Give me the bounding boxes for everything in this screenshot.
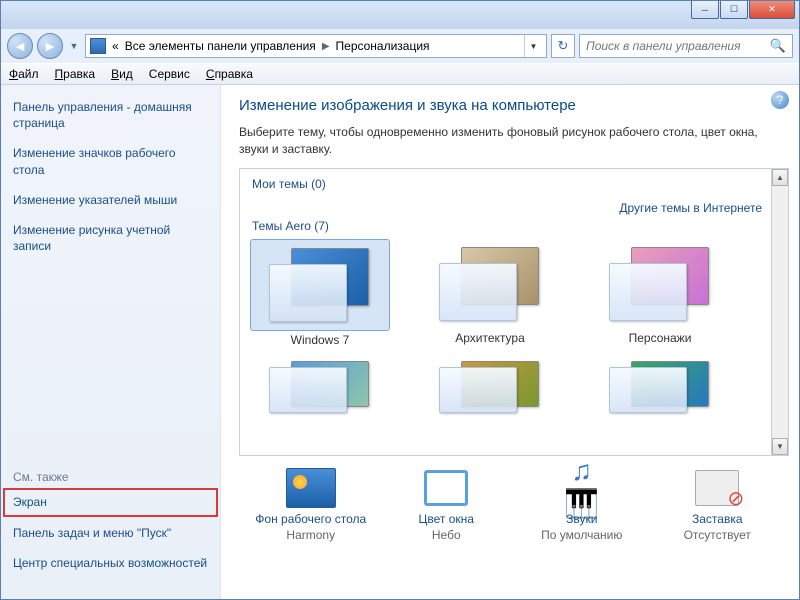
sidebar-home-link[interactable]: Панель управления - домашняя страница	[13, 99, 208, 131]
theme-characters[interactable]: Персонажи	[590, 239, 730, 347]
internet-themes-link[interactable]: Другие темы в Интернете	[619, 201, 762, 215]
footer-desktop-background[interactable]: Фон рабочего стола Harmony	[246, 468, 376, 542]
footer-sounds[interactable]: ♫🎹 Звуки По умолчанию	[517, 468, 647, 542]
my-themes-label: Мои темы (0)	[252, 177, 766, 191]
control-panel-icon	[90, 38, 106, 54]
breadcrumb-level2[interactable]: Персонализация	[336, 39, 430, 53]
menu-tools[interactable]: Сервис	[149, 67, 190, 81]
sidebar-link-icons[interactable]: Изменение значков рабочего стола	[13, 145, 208, 177]
desktop-background-icon	[286, 468, 336, 508]
window-color-icon	[424, 470, 468, 506]
page-subtitle: Выберите тему, чтобы одновременно измени…	[239, 124, 789, 158]
sidebar: Панель управления - домашняя страница Из…	[1, 85, 221, 599]
theme-item[interactable]	[590, 353, 730, 421]
menubar: Файл Правка Вид Сервис Справка	[1, 63, 799, 85]
menu-file-label: айл	[18, 67, 38, 81]
help-icon[interactable]: ?	[771, 91, 789, 109]
menu-edit[interactable]: Правка	[55, 67, 96, 81]
back-button[interactable]: ◄	[7, 33, 33, 59]
footer-label: Цвет окна	[381, 512, 511, 526]
menu-tools-label: Сервис	[149, 67, 190, 81]
theme-name: Windows 7	[250, 333, 390, 347]
titlebar: ─ ☐ ✕	[1, 1, 799, 29]
footer-label: Заставка	[652, 512, 782, 526]
theme-item[interactable]	[420, 353, 560, 421]
menu-help[interactable]: Справка	[206, 67, 253, 81]
footer-panel: Фон рабочего стола Harmony Цвет окна Неб…	[239, 456, 789, 546]
navbar: ◄ ► ▼ « Все элементы панели управления ▶…	[1, 29, 799, 63]
footer-label: Фон рабочего стола	[246, 512, 376, 526]
highlighted-box: Экран	[3, 488, 218, 516]
refresh-button[interactable]: ↻	[551, 34, 575, 58]
scrollbar[interactable]: ▲ ▼	[771, 169, 788, 455]
address-dropdown[interactable]: ▼	[524, 35, 542, 57]
theme-item[interactable]	[250, 353, 390, 421]
menu-view-label: ид	[119, 67, 133, 81]
sidebar-link-accessibility[interactable]: Центр специальных возможностей	[13, 555, 208, 571]
theme-name: Архитектура	[420, 331, 560, 345]
footer-window-color[interactable]: Цвет окна Небо	[381, 468, 511, 542]
menu-view[interactable]: Вид	[111, 67, 133, 81]
history-dropdown[interactable]: ▼	[67, 36, 81, 56]
sidebar-link-pointers[interactable]: Изменение указателей мыши	[13, 192, 208, 208]
search-icon[interactable]: 🔍	[770, 38, 786, 54]
close-button[interactable]: ✕	[749, 1, 795, 19]
window: ─ ☐ ✕ ◄ ► ▼ « Все элементы панели управл…	[0, 0, 800, 600]
address-bar[interactable]: « Все элементы панели управления ▶ Персо…	[85, 34, 547, 58]
sidebar-link-taskbar[interactable]: Панель задач и меню "Пуск"	[13, 525, 208, 541]
themes-panel: Мои темы (0) Другие темы в Интернете Тем…	[239, 168, 789, 456]
see-also-label: См. также	[13, 470, 208, 484]
theme-windows7[interactable]: Windows 7	[250, 239, 390, 347]
menu-file[interactable]: Файл	[9, 67, 39, 81]
theme-name: Персонажи	[590, 331, 730, 345]
sounds-icon: ♫🎹	[557, 468, 607, 508]
minimize-button[interactable]: ─	[691, 1, 719, 19]
menu-help-label: правка	[215, 67, 253, 81]
screensaver-icon	[695, 470, 739, 506]
footer-value: Отсутствует	[652, 528, 782, 542]
breadcrumb-root: «	[112, 39, 119, 53]
footer-screensaver[interactable]: Заставка Отсутствует	[652, 468, 782, 542]
sidebar-link-screen[interactable]: Экран	[13, 494, 208, 510]
forward-button[interactable]: ►	[37, 33, 63, 59]
scroll-up-button[interactable]: ▲	[772, 169, 788, 186]
breadcrumb-separator: ▶	[322, 41, 330, 52]
theme-grid: Windows 7 Архитектура Перс	[250, 239, 766, 347]
footer-value: Harmony	[246, 528, 376, 542]
sidebar-link-account-picture[interactable]: Изменение рисунка учетной записи	[13, 222, 208, 254]
footer-label: Звуки	[517, 512, 647, 526]
theme-architecture[interactable]: Архитектура	[420, 239, 560, 347]
menu-edit-label: равка	[63, 67, 95, 81]
search-box: 🔍	[579, 34, 793, 58]
page-title: Изменение изображения и звука на компьют…	[239, 97, 789, 114]
content-area: Панель управления - домашняя страница Из…	[1, 85, 799, 599]
footer-value: Небо	[381, 528, 511, 542]
maximize-button[interactable]: ☐	[720, 1, 748, 19]
theme-row-partial	[250, 353, 766, 421]
scroll-down-button[interactable]: ▼	[772, 438, 788, 455]
breadcrumb-level1[interactable]: Все элементы панели управления	[125, 39, 316, 53]
search-input[interactable]	[586, 39, 770, 53]
main-panel: ? Изменение изображения и звука на компь…	[221, 85, 799, 599]
aero-themes-label: Темы Aero (7)	[252, 219, 766, 233]
footer-value: По умолчанию	[517, 528, 647, 542]
